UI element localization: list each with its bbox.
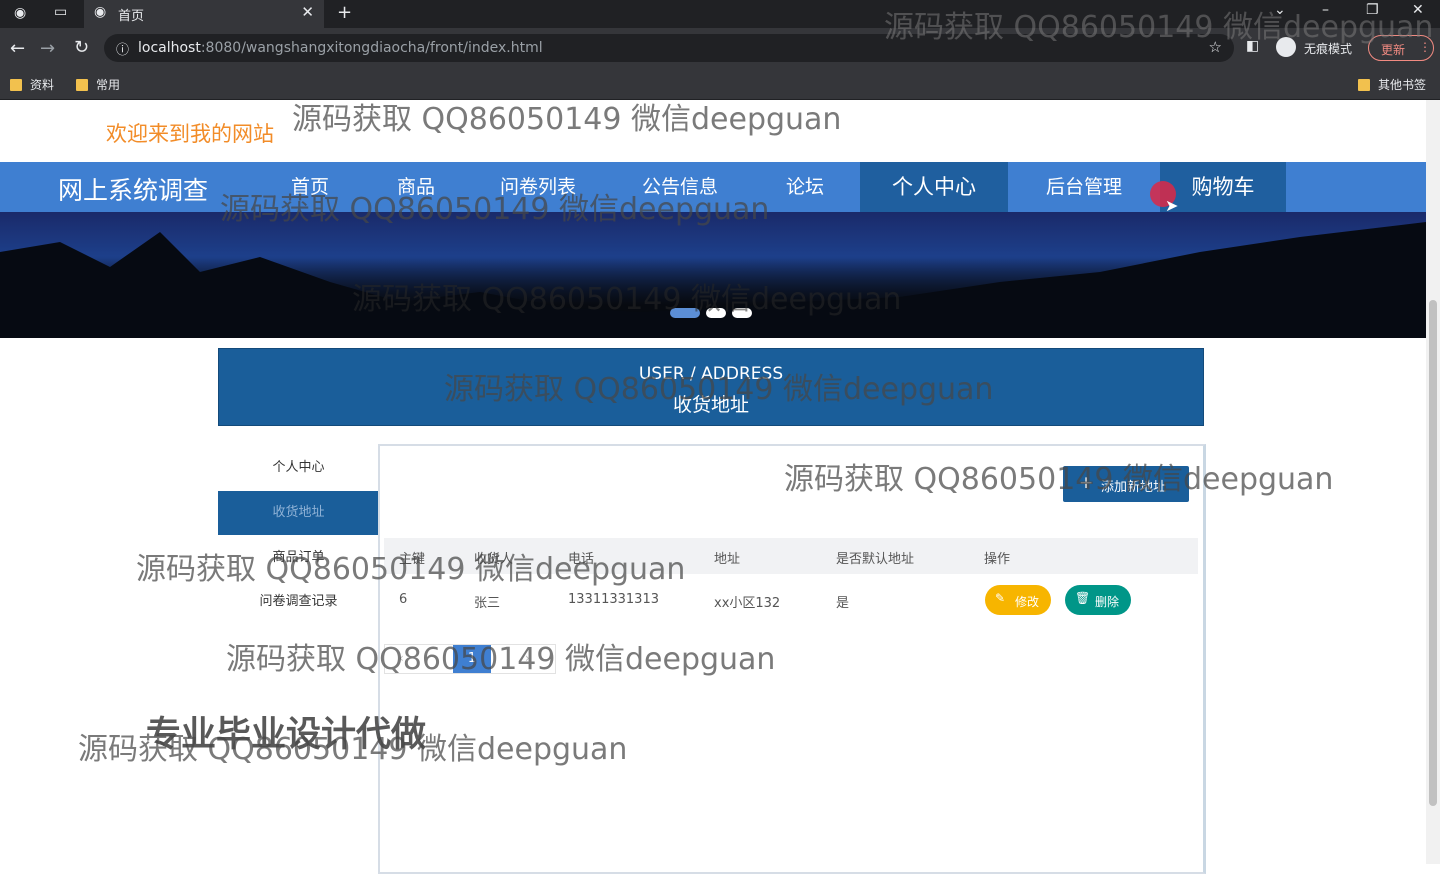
nav-cart[interactable]: 购物车	[1160, 162, 1286, 212]
col-actions: 操作	[984, 552, 1011, 567]
edit-label: 修改	[1015, 595, 1040, 609]
bookmark-label: 常用	[96, 78, 121, 92]
watermark: 源码获取 QQ86050149 微信deepguan	[884, 10, 1434, 45]
new-tab-button[interactable]: +	[337, 2, 352, 23]
sidebar-item-address[interactable]: 收货地址	[218, 491, 379, 535]
edit-button[interactable]: ✎ 修改	[985, 585, 1051, 615]
cell-phone: 13311331313	[568, 592, 659, 607]
reload-icon[interactable]: ↻	[74, 37, 89, 58]
other-bookmarks[interactable]: 其他书签	[1358, 76, 1426, 93]
trash-icon: 🗑	[1075, 591, 1091, 605]
cell-default: 是	[836, 596, 850, 611]
pencil-icon: ✎	[995, 591, 1006, 605]
site-info-icon[interactable]: ⓘ	[116, 39, 129, 58]
scrollbar-thumb[interactable]	[1429, 300, 1437, 806]
folder-icon	[76, 79, 88, 91]
col-address: 地址	[714, 552, 741, 567]
site-brand[interactable]: 网上系统调查	[58, 171, 208, 207]
folder-icon	[10, 79, 22, 91]
back-icon[interactable]: ←	[10, 38, 25, 59]
close-tab-icon[interactable]: ✕	[301, 3, 314, 21]
forward-icon[interactable]: →	[40, 38, 55, 59]
bookmark-folder-ziliao[interactable]: 资料	[10, 76, 54, 93]
cell-id: 6	[399, 592, 408, 607]
watermark: 源码获取 QQ86050149 微信deepguan	[136, 552, 686, 587]
sidebar-item-personal-center[interactable]: 个人中心	[218, 446, 379, 490]
browser-tab[interactable]: ◉ 首页 ✕	[84, 0, 324, 28]
nav-admin[interactable]: 后台管理	[1010, 162, 1158, 212]
tab-title: 首页	[118, 9, 145, 24]
page-scrollbar[interactable]	[1426, 100, 1440, 864]
delete-button[interactable]: 🗑 删除	[1065, 585, 1131, 615]
watermark: 源码获取 QQ86050149 微信deepguan	[226, 642, 776, 677]
watermark: 源码获取 QQ86050149 微信deepguan	[78, 732, 628, 767]
nav-personal-center[interactable]: 个人中心	[860, 162, 1008, 212]
browser-menu-icon[interactable]: ◉	[14, 5, 26, 21]
folder-icon	[1358, 79, 1370, 91]
cell-address: xx小区132	[714, 596, 781, 611]
url-text: localhost:8080/wangshangxitongdiaocha/fr…	[138, 40, 543, 56]
cell-receiver: 张三	[474, 596, 501, 611]
nav-forum[interactable]: 论坛	[770, 162, 840, 212]
watermark: 源码获取 QQ86050149 微信deepguan	[292, 102, 842, 137]
bookmark-label: 资料	[30, 78, 55, 92]
watermark: 源码获取 QQ86050149 微信deepguan	[784, 462, 1334, 497]
watermark: 源码获取 QQ86050149 微信deepguan	[352, 282, 902, 317]
welcome-text: 欢迎来到我的网站	[106, 122, 274, 146]
globe-icon: ◉	[94, 4, 107, 20]
tab-overview-icon[interactable]: ▭	[54, 4, 67, 20]
delete-label: 删除	[1095, 595, 1120, 609]
other-bookmarks-label: 其他书签	[1378, 78, 1427, 92]
watermark: 源码获取 QQ86050149 微信deepguan	[444, 372, 994, 407]
watermark: 源码获取 QQ86050149 微信deepguan	[220, 192, 770, 227]
bookmark-folder-changyong[interactable]: 常用	[76, 76, 120, 93]
col-default: 是否默认地址	[836, 552, 915, 567]
